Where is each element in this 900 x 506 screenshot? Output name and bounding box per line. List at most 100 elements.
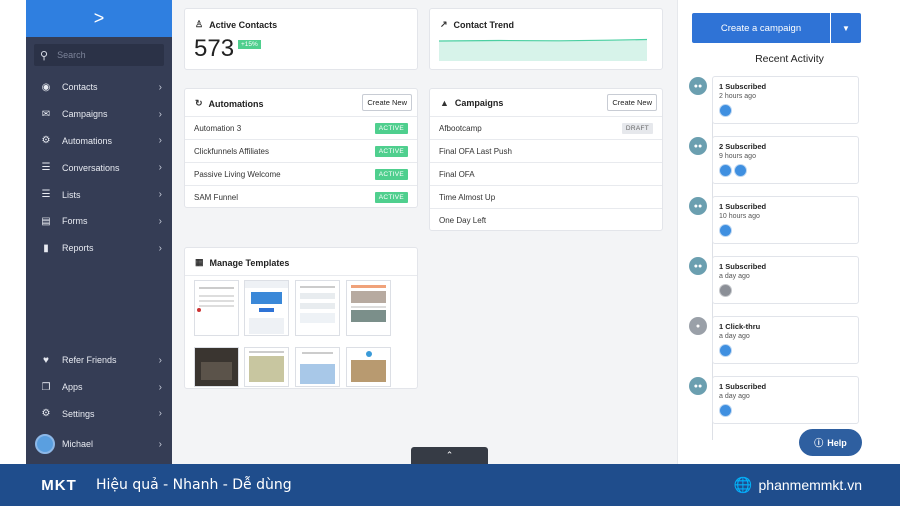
create-automation-button[interactable]: Create New [362, 94, 412, 111]
activity-item[interactable]: 1 Click-thru a day ago [712, 316, 859, 364]
sidebar-item-lists[interactable]: ☰ Lists › [26, 181, 172, 208]
activity-title: 1 Subscribed [719, 382, 767, 391]
mkt-logo: MKT [37, 467, 81, 503]
search-input[interactable]: Search [57, 50, 86, 60]
template-thumbnail[interactable] [295, 347, 340, 387]
sidebar-item-label: Campaigns [62, 109, 108, 120]
bottom-nav: ♥ Refer Friends › ❐ Apps › ⚙ Settings › Michae… [26, 347, 172, 461]
logo-text: MKT [41, 476, 77, 494]
create-campaign-button[interactable]: Create a campaign [692, 13, 830, 43]
sidebar-item-contacts[interactable]: ◉ Contacts › [26, 74, 172, 101]
subscribe-icon: ●● [689, 197, 707, 215]
subscribe-icon: ●● [689, 257, 707, 275]
sidebar-item-conversations[interactable]: ☰ Conversations › [26, 154, 172, 181]
sidebar-item-label: Apps [62, 382, 83, 393]
sidebar-item-reports[interactable]: ▮ Reports › [26, 235, 172, 262]
right-panel: Create a campaign ▼ Recent Activity ●● 1… [677, 0, 900, 464]
create-campaign-small-button[interactable]: Create New [607, 94, 657, 111]
subscribe-icon: ●● [689, 77, 707, 95]
card-title-text: Campaigns [454, 98, 504, 108]
logo[interactable]: > [26, 0, 172, 37]
chevron-right-icon: › [158, 242, 162, 254]
avatar[interactable] [719, 224, 732, 237]
list-item[interactable]: SAM Funnel ACTIVE [185, 185, 417, 208]
list-item[interactable]: Final OFA [430, 162, 662, 185]
card-title: ▦ Manage Templates [195, 257, 289, 268]
collapse-tab[interactable]: ⌃ [411, 447, 488, 464]
card-title-text: Active Contacts [209, 19, 278, 30]
list-item[interactable]: Automation 3 ACTIVE [185, 116, 417, 139]
list-item[interactable]: Final OFA Last Push [430, 139, 662, 162]
list-item[interactable]: Afbootcamp DRAFT [430, 116, 662, 139]
template-thumbnail[interactable] [295, 280, 340, 336]
caret-down-icon: ▼ [842, 23, 850, 33]
activity-time: 10 hours ago [719, 213, 760, 220]
search-icon: ⚲ [40, 49, 49, 62]
gear-icon: ⚙ [41, 408, 51, 420]
sidebar: > ⚲ Search ◉ Contacts › ✉ Campaigns › ⚙ Autom… [26, 0, 172, 464]
refresh-icon: ↻ [195, 98, 203, 108]
help-icon: ⓘ [814, 438, 824, 448]
change-badge: +15% [238, 40, 261, 49]
chevron-right-icon: › [158, 81, 162, 93]
logo-icon: > [93, 8, 105, 28]
sidebar-item-label: Reports [62, 243, 94, 254]
activity-item[interactable]: 1 Subscribed a day ago [712, 376, 859, 424]
chevron-right-icon: › [158, 381, 162, 393]
avatar[interactable] [719, 284, 732, 297]
chevron-right-icon: › [158, 215, 162, 227]
avatar[interactable] [719, 164, 732, 177]
automations-list: Automation 3 ACTIVE Clickfunnels Affiliat… [185, 116, 417, 208]
footer-banner: MKT Hiệu quả - Nhanh - Dễ dùng 🌐 phanmem… [0, 464, 900, 506]
site-text: phanmemmkt.vn [758, 477, 862, 493]
sidebar-item-profile[interactable]: Michael › [26, 427, 172, 461]
search-box[interactable]: ⚲ Search [34, 44, 164, 66]
site-link[interactable]: 🌐 phanmemmkt.vn [734, 476, 862, 494]
template-thumbnail[interactable] [346, 280, 391, 336]
avatar[interactable] [719, 404, 732, 417]
sidebar-item-label: Lists [62, 189, 81, 200]
activity-item[interactable]: 1 Subscribed 10 hours ago [712, 196, 859, 244]
template-thumbnail[interactable] [194, 347, 239, 387]
chevron-up-icon: ⌃ [445, 450, 454, 460]
campaigns-icon: ✉ [41, 108, 51, 120]
avatar[interactable] [719, 344, 732, 357]
activity-item[interactable]: 1 Subscribed a day ago [712, 256, 859, 304]
automations-icon: ⚙ [41, 135, 51, 147]
sidebar-item-apps[interactable]: ❐ Apps › [26, 374, 172, 401]
megaphone-icon: ▲ [440, 98, 449, 108]
help-button[interactable]: ⓘ Help [799, 429, 862, 456]
chevron-right-icon: › [158, 438, 162, 450]
list-item[interactable]: Passive Living Welcome ACTIVE [185, 162, 417, 185]
sidebar-item-label: Forms [62, 216, 88, 227]
status-badge: DRAFT [621, 122, 653, 134]
list-item[interactable]: One Day Left [430, 208, 662, 231]
row-name: Automation 3 [194, 123, 242, 133]
sidebar-item-settings[interactable]: ⚙ Settings › [26, 401, 172, 428]
template-thumbnail[interactable] [244, 280, 289, 336]
contact-count: 573 [194, 35, 235, 62]
sidebar-item-forms[interactable]: ▤ Forms › [26, 208, 172, 235]
row-name: Final OFA Last Push [439, 146, 512, 156]
template-thumbnail[interactable] [194, 280, 239, 336]
active-contacts-card[interactable]: ♙ Active Contacts 573 +15% [184, 8, 418, 70]
row-name: Afbootcamp [439, 123, 482, 133]
templates-card: ▦ Manage Templates [184, 247, 418, 389]
avatar[interactable] [719, 104, 732, 117]
list-item[interactable]: Time Almost Up [430, 185, 662, 208]
campaigns-list: Afbootcamp DRAFT Final OFA Last Push Fina… [430, 116, 662, 231]
template-thumbnail[interactable] [346, 347, 391, 387]
activity-item[interactable]: 1 Subscribed 2 hours ago [712, 76, 859, 124]
template-thumbnail[interactable] [244, 347, 289, 387]
sidebar-item-refer-friends[interactable]: ♥ Refer Friends › [26, 347, 172, 374]
activity-item[interactable]: 2 Subscribed 9 hours ago [712, 136, 859, 184]
create-campaign-dropdown[interactable]: ▼ [831, 13, 861, 43]
contact-trend-card[interactable]: ↗ Contact Trend [429, 8, 663, 70]
list-item[interactable]: Clickfunnels Affiliates ACTIVE [185, 139, 417, 162]
avatar [35, 434, 55, 455]
sidebar-item-automations[interactable]: ⚙ Automations › [26, 128, 172, 155]
activity-time: 2 hours ago [719, 93, 756, 100]
avatar[interactable] [734, 164, 747, 177]
sidebar-item-campaigns[interactable]: ✉ Campaigns › [26, 101, 172, 128]
status-badge: ACTIVE [374, 145, 408, 157]
